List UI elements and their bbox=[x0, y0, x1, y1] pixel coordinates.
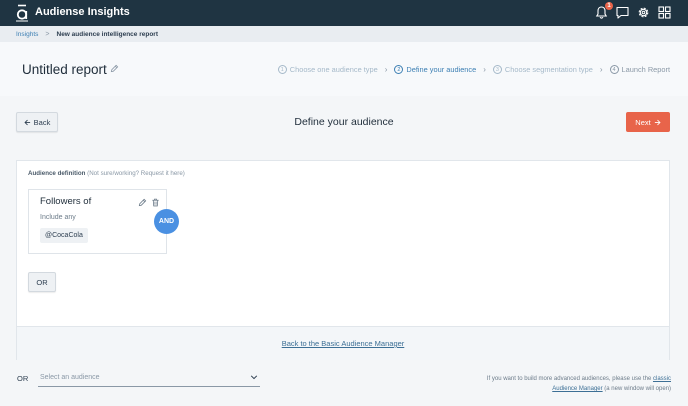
audiense-logo-icon[interactable] bbox=[14, 4, 30, 22]
definition-help-link[interactable]: (Not sure/working? Request it here) bbox=[87, 170, 185, 177]
breadcrumb: Insights > New audience intelligence rep… bbox=[0, 26, 688, 42]
chevron-down-icon bbox=[250, 373, 258, 381]
step-label: Define your audience bbox=[406, 65, 477, 74]
gear-icon bbox=[638, 7, 649, 18]
step-number: 2 bbox=[394, 65, 404, 74]
top-nav-bar: Audiense Insights 1 bbox=[0, 0, 688, 26]
messages-button[interactable] bbox=[615, 5, 630, 20]
chevron-right-icon: › bbox=[384, 65, 388, 74]
app-title[interactable]: Audiense Insights bbox=[35, 6, 130, 18]
report-title: Untitled report bbox=[22, 62, 107, 77]
chat-icon bbox=[616, 6, 629, 19]
edit-title-button[interactable] bbox=[110, 64, 119, 73]
next-button-label: Next bbox=[635, 117, 651, 127]
note-prefix: If you want to build more advanced audie… bbox=[486, 376, 652, 382]
settings-button[interactable] bbox=[636, 5, 651, 20]
definition-label-text: Audience definition bbox=[28, 170, 86, 177]
step-choose-audience-type[interactable]: 1 Choose one audience type bbox=[277, 65, 378, 74]
or-button[interactable]: OR bbox=[28, 272, 56, 292]
notifications-button[interactable]: 1 bbox=[594, 2, 613, 20]
section-title: Define your audience bbox=[294, 116, 394, 128]
audience-definition-card: Audience definition (Not sure/working? R… bbox=[16, 160, 670, 360]
advanced-audiences-note: If you want to build more advanced audie… bbox=[471, 374, 671, 394]
apps-button[interactable] bbox=[657, 5, 672, 20]
notification-badge: 1 bbox=[605, 2, 613, 10]
wizard-steps: 1 Choose one audience type › 2 Define yo… bbox=[277, 65, 670, 74]
breadcrumb-current: New audience intelligence report bbox=[56, 30, 159, 38]
pencil-icon bbox=[138, 198, 147, 207]
condition-title: Followers of bbox=[40, 196, 92, 207]
step-label: Choose one audience type bbox=[289, 65, 378, 74]
step-number: 4 bbox=[609, 65, 619, 74]
select-audience-dropdown[interactable]: Select an audience bbox=[38, 370, 260, 387]
nav-icon-group: 1 bbox=[594, 2, 672, 20]
delete-condition-button[interactable] bbox=[151, 198, 160, 207]
trash-icon bbox=[152, 198, 159, 207]
breadcrumb-separator: > bbox=[45, 30, 50, 38]
step-number: 1 bbox=[277, 65, 287, 74]
edit-condition-button[interactable] bbox=[138, 198, 147, 207]
card-footer: Back to the Basic Audience Manager bbox=[17, 326, 669, 360]
grid-icon bbox=[658, 6, 671, 19]
pencil-icon bbox=[110, 64, 119, 73]
step-choose-segmentation[interactable]: 3 Choose segmentation type bbox=[492, 65, 593, 74]
report-header: Untitled report 1 Choose one audience ty… bbox=[0, 42, 688, 96]
step-define-audience[interactable]: 2 Define your audience bbox=[394, 65, 476, 74]
arrow-right-icon bbox=[654, 119, 661, 125]
step-number: 3 bbox=[492, 65, 502, 74]
next-button[interactable]: Next bbox=[626, 112, 670, 132]
include-any-label: Include any bbox=[40, 214, 76, 221]
and-button[interactable]: AND bbox=[154, 209, 179, 234]
step-label: Launch Report bbox=[621, 65, 670, 74]
basic-audience-manager-link[interactable]: Back to the Basic Audience Manager bbox=[282, 339, 405, 348]
followers-of-condition: Followers of Include any @CocaCola bbox=[28, 189, 167, 254]
note-suffix: (a new window will open) bbox=[604, 386, 671, 392]
account-chip[interactable]: @CocaCola bbox=[40, 228, 88, 243]
audience-definition-label: Audience definition (Not sure/working? R… bbox=[28, 170, 185, 177]
chevron-right-icon: › bbox=[483, 65, 486, 74]
chevron-right-icon: › bbox=[599, 65, 603, 74]
or-label: OR bbox=[17, 374, 29, 383]
step-launch-report[interactable]: 4 Launch Report bbox=[609, 65, 670, 74]
select-placeholder: Select an audience bbox=[40, 374, 100, 381]
step-label: Choose segmentation type bbox=[504, 65, 593, 74]
breadcrumb-insights-link[interactable]: Insights bbox=[16, 31, 38, 38]
